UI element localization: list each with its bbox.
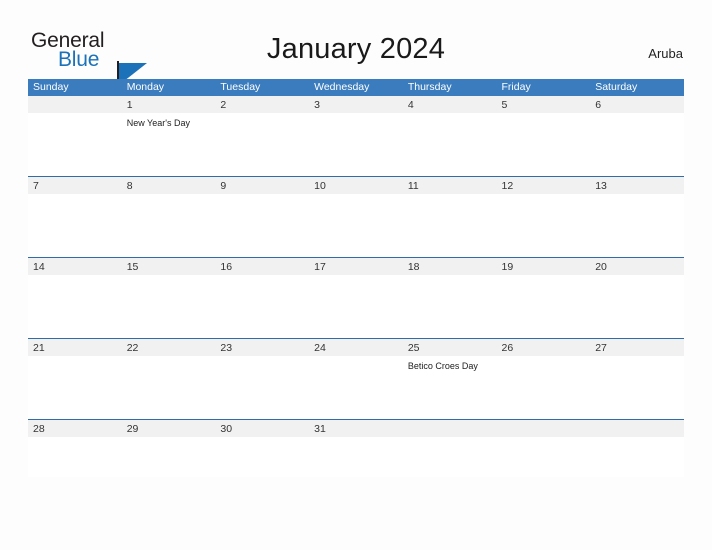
day-event [309, 437, 403, 477]
day-number[interactable]: 11 [403, 177, 497, 194]
weekday-header-wednesday: Wednesday [314, 81, 370, 93]
weekday-header-tuesday: Tuesday [220, 81, 261, 93]
day-event [28, 194, 122, 257]
week-date-strip: 1 2 3 4 5 6 [28, 96, 684, 113]
day-number[interactable]: 20 [590, 258, 684, 275]
day-event [497, 356, 591, 419]
day-event [403, 437, 497, 477]
day-number[interactable]: 3 [309, 96, 403, 113]
weekday-header-thursday: Thursday [407, 81, 452, 93]
week-row: 21 22 23 24 25 26 27 Betico Croes Day [28, 338, 684, 419]
day-number[interactable]: 13 [590, 177, 684, 194]
day-event [403, 113, 497, 176]
day-event [215, 113, 309, 176]
day-event [590, 437, 684, 477]
day-number[interactable]: 6 [590, 96, 684, 113]
day-event [497, 275, 591, 338]
day-event [28, 356, 122, 419]
day-event [309, 356, 403, 419]
day-event [309, 275, 403, 338]
day-event [122, 356, 216, 419]
week-date-strip: 28 29 30 31 [28, 420, 684, 437]
day-number[interactable]: 12 [497, 177, 591, 194]
day-number[interactable]: 19 [497, 258, 591, 275]
week-date-strip: 21 22 23 24 25 26 27 [28, 339, 684, 356]
day-number[interactable]: 25 [403, 339, 497, 356]
day-event [309, 194, 403, 257]
week-row: 1 2 3 4 5 6 New Year's Day [28, 96, 684, 176]
day-number[interactable]: 17 [309, 258, 403, 275]
day-event [309, 113, 403, 176]
day-number[interactable]: 8 [122, 177, 216, 194]
day-event [28, 113, 122, 176]
day-event [122, 194, 216, 257]
day-event [590, 113, 684, 176]
weekday-header-monday: Monday [126, 81, 165, 93]
day-event [497, 113, 591, 176]
day-event [403, 275, 497, 338]
day-number[interactable]: 23 [215, 339, 309, 356]
day-event [497, 437, 591, 477]
day-number[interactable]: 14 [28, 258, 122, 275]
weekday-header-friday: Friday [501, 81, 531, 93]
day-event [215, 275, 309, 338]
day-event [403, 194, 497, 257]
day-event: New Year's Day [126, 118, 190, 128]
week-row: 14 15 16 17 18 19 20 [28, 257, 684, 338]
week-date-strip: 7 8 9 10 11 12 13 [28, 177, 684, 194]
day-number[interactable]: 16 [215, 258, 309, 275]
day-number[interactable] [28, 96, 122, 113]
day-number[interactable]: 7 [28, 177, 122, 194]
week-event-strip [28, 275, 684, 338]
week-row: 7 8 9 10 11 12 13 [28, 176, 684, 257]
day-number[interactable]: 15 [122, 258, 216, 275]
page-header: General Blue January 2024 Aruba [0, 0, 712, 87]
day-number[interactable]: 29 [122, 420, 216, 437]
week-row: 28 29 30 31 [28, 419, 684, 477]
day-event [590, 356, 684, 419]
week-event-strip [28, 437, 684, 477]
weekday-header-saturday: Saturday [595, 81, 638, 93]
day-event [215, 194, 309, 257]
day-event [28, 437, 122, 477]
day-event [215, 437, 309, 477]
day-number[interactable] [403, 420, 497, 437]
day-number[interactable] [590, 420, 684, 437]
day-number[interactable]: 30 [215, 420, 309, 437]
week-date-strip: 14 15 16 17 18 19 20 [28, 258, 684, 275]
day-number[interactable]: 2 [215, 96, 309, 113]
day-number[interactable]: 18 [403, 258, 497, 275]
day-number[interactable]: 1 [122, 96, 216, 113]
day-event [590, 194, 684, 257]
day-number[interactable]: 4 [403, 96, 497, 113]
location-label: Aruba [648, 46, 683, 61]
week-event-strip: Betico Croes Day [28, 356, 684, 419]
day-number[interactable]: 24 [309, 339, 403, 356]
day-event [215, 356, 309, 419]
day-event [122, 275, 216, 338]
weekday-header-row: Sunday Monday Tuesday Wednesday Thursday… [28, 79, 684, 96]
day-number[interactable]: 10 [309, 177, 403, 194]
day-event [28, 275, 122, 338]
day-number[interactable]: 28 [28, 420, 122, 437]
day-event [590, 275, 684, 338]
day-number[interactable]: 9 [215, 177, 309, 194]
day-number[interactable]: 31 [309, 420, 403, 437]
day-number[interactable] [497, 420, 591, 437]
day-number[interactable]: 27 [590, 339, 684, 356]
week-event-strip: New Year's Day [28, 113, 684, 176]
week-event-strip [28, 194, 684, 257]
day-number[interactable]: 5 [497, 96, 591, 113]
day-event [497, 194, 591, 257]
weekday-header-sunday: Sunday [33, 81, 69, 93]
day-event [122, 437, 216, 477]
page-title: January 2024 [266, 33, 446, 65]
day-number[interactable]: 21 [28, 339, 122, 356]
day-event: Betico Croes Day [407, 361, 478, 371]
day-number[interactable]: 26 [497, 339, 591, 356]
day-number[interactable]: 22 [122, 339, 216, 356]
calendar-page: General Blue January 2024 Aruba Sunday M… [0, 0, 712, 550]
calendar-grid: Sunday Monday Tuesday Wednesday Thursday… [28, 79, 684, 477]
